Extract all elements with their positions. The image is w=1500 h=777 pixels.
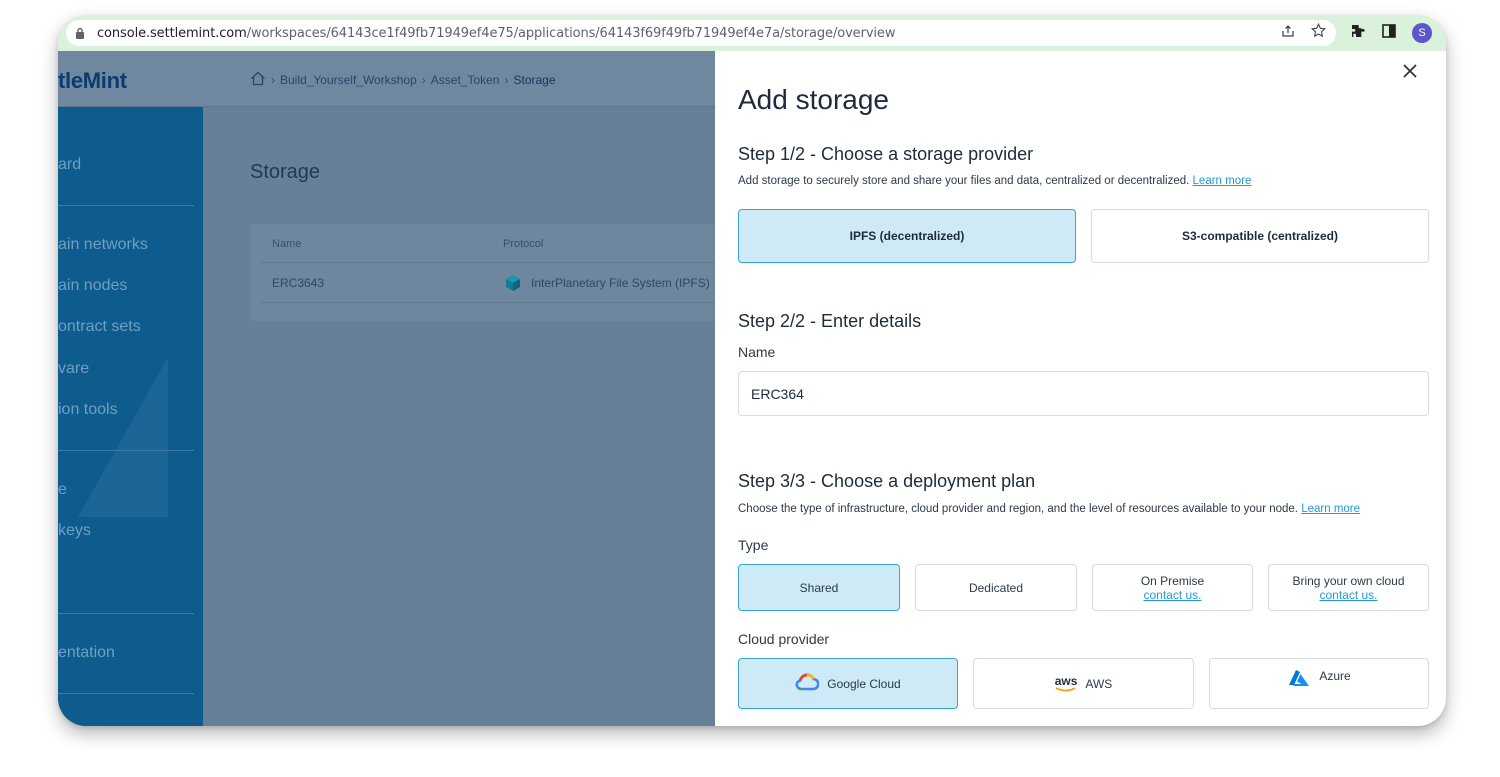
provider-azure-option[interactable]: Azure [1209,658,1429,709]
close-icon[interactable] [1402,59,1418,85]
column-header-protocol: Protocol [503,238,544,250]
s3-option[interactable]: S3-compatible (centralized) [1091,209,1429,263]
contact-us-link[interactable]: contact us. [1319,588,1377,602]
step3-title: Step 3/3 - Choose a deployment plan [738,471,1036,491]
address-bar: console.settlemint.com/workspaces/64143c… [58,15,1446,51]
breadcrumb: › Build_Yourself_Workshop › Asset_Token … [250,71,556,89]
type-on-premise-option[interactable]: On Premise contact us. [1092,564,1253,611]
type-label: Type [738,537,769,553]
logo: tleMint [58,68,127,93]
type-byoc-option[interactable]: Bring your own cloud contact us. [1268,564,1429,611]
name-label: Name [738,344,776,360]
sidebar-item-documentation[interactable]: entation [58,644,115,662]
sidebar-item-integration-tools[interactable]: ion tools [58,401,118,419]
top-navigation: tleMint › Build_Yourself_Workshop › Asse… [58,51,718,107]
url-field[interactable]: console.settlemint.com/workspaces/64143c… [66,20,1336,46]
step3-description: Choose the type of infrastructure, cloud… [738,503,1361,515]
chevron-right-icon: › [421,73,426,87]
provider-aws-option[interactable]: aws AWS [973,658,1194,709]
drawer-title: Add storage [738,84,889,115]
learn-more-link[interactable]: Learn more [1193,175,1252,187]
sidebar-item-storage[interactable]: e [58,481,67,499]
lock-icon [75,27,97,39]
ipfs-cube-icon [504,274,522,292]
sidebar-item-smart-contract-sets[interactable]: ontract sets [58,318,141,336]
sidepanel-icon[interactable] [1382,23,1396,43]
cloud-provider-label: Cloud provider [738,631,830,647]
storage-protocol-cell: InterPlanetary File System (IPFS) [531,276,710,290]
page-title: Storage [250,161,321,183]
sidebar-item-blockchain-nodes[interactable]: ain nodes [58,277,127,295]
sidebar-item-middleware[interactable]: vare [58,360,89,378]
name-input[interactable] [738,371,1429,416]
chevron-right-icon: › [504,73,509,87]
breadcrumb-application[interactable]: Asset_Token [431,73,500,87]
column-header-name: Name [272,238,302,250]
storage-name-cell[interactable]: ERC3643 [272,276,324,290]
sidebar: ard ain networks ain nodes ontract sets … [58,107,203,726]
app-background: tleMint › Build_Yourself_Workshop › Asse… [58,51,1446,726]
storage-table: Name Protocol ERC3643 InterPlanetary Fil… [250,224,730,321]
step1-title: Step 1/2 - Choose a storage provider [738,144,1034,164]
star-icon[interactable] [1310,22,1327,43]
browser-window: console.settlemint.com/workspaces/64143c… [58,15,1446,726]
extensions-icon[interactable] [1350,23,1366,44]
google-cloud-icon [795,673,820,694]
url-text: console.settlemint.com/workspaces/64143c… [97,25,896,41]
profile-avatar[interactable]: S [1412,23,1432,43]
step1-description: Add storage to securely store and share … [738,175,1252,187]
sidebar-item-blockchain-networks[interactable]: ain networks [58,236,148,254]
contact-us-link[interactable]: contact us. [1143,588,1201,602]
chevron-right-icon: › [271,73,275,87]
step2-title: Step 2/2 - Enter details [738,311,922,331]
add-storage-drawer: Add storage Step 1/2 - Choose a storage … [715,51,1446,726]
ipfs-option[interactable]: IPFS (decentralized) [738,209,1076,263]
aws-logo-icon: aws [1055,675,1077,692]
share-icon[interactable] [1281,24,1295,43]
learn-more-link[interactable]: Learn more [1301,503,1360,515]
home-icon[interactable] [250,71,266,89]
sidebar-item-dashboard[interactable]: ard [58,156,81,174]
breadcrumb-current: Storage [513,73,556,87]
type-shared-option[interactable]: Shared [738,564,900,611]
sidebar-item-api-keys[interactable]: keys [58,522,91,540]
provider-google-cloud-option[interactable]: Google Cloud [738,658,958,709]
azure-icon [1287,669,1311,690]
breadcrumb-workspace[interactable]: Build_Yourself_Workshop [280,73,417,87]
type-dedicated-option[interactable]: Dedicated [915,564,1077,611]
